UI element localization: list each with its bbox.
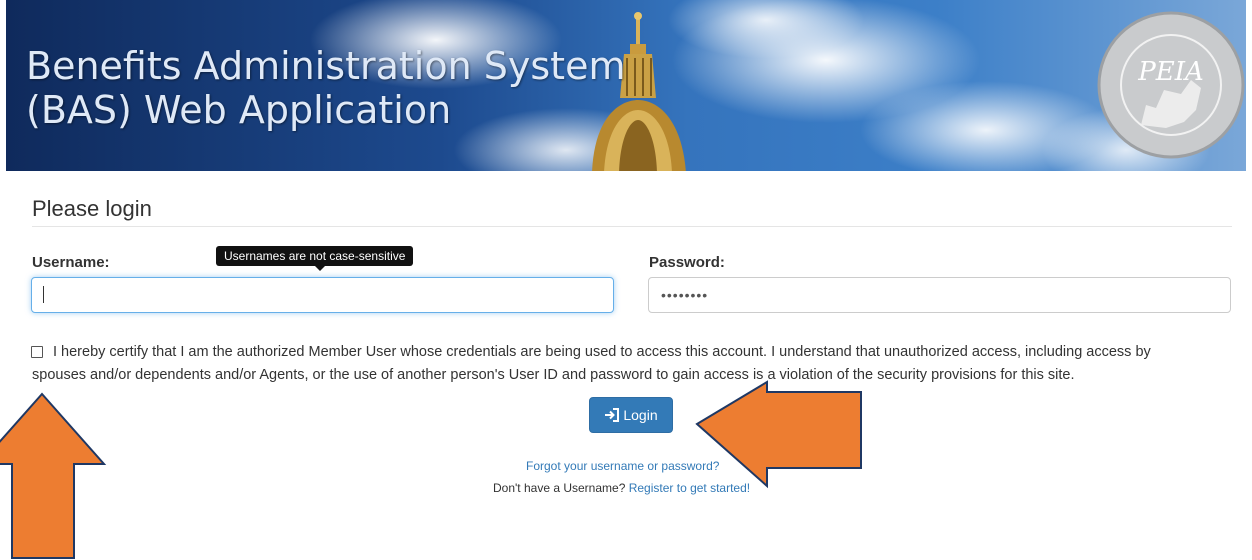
annotation-arrow-left [695, 380, 862, 489]
banner-title-line1: Benefits Administration System [26, 44, 626, 88]
username-tooltip: Usernames are not case-sensitive [216, 246, 414, 266]
username-label: Username: [32, 254, 110, 271]
page-title: Please login [32, 196, 152, 221]
banner-title-line2: (BAS) Web Application [26, 88, 452, 132]
annotation-arrow-up [0, 392, 107, 559]
login-button-label: Login [623, 407, 658, 423]
header-banner: Benefits Administration System (BAS) Web… [6, 0, 1246, 171]
text-caret [43, 286, 44, 303]
login-button[interactable]: Login [589, 397, 673, 433]
certify-text-line1: I hereby certify that I am the authorize… [53, 344, 1151, 360]
peia-seal-logo: PEIA [1097, 11, 1245, 159]
certify-text-line2: spouses and/or dependents and/or Agents,… [32, 367, 1075, 383]
username-input[interactable] [31, 277, 614, 313]
password-label: Password: [649, 254, 725, 271]
sign-in-icon [605, 408, 620, 422]
heading-divider [32, 226, 1232, 227]
certify-checkbox[interactable] [31, 346, 43, 358]
svg-text:PEIA: PEIA [1137, 57, 1204, 87]
password-input[interactable] [648, 277, 1231, 313]
forgot-credentials-link[interactable]: Forgot your username or password? [526, 459, 719, 473]
no-username-text: Don't have a Username? [493, 481, 626, 495]
banner-title: Benefits Administration System (BAS) Web… [26, 44, 625, 132]
tooltip-arrow [315, 266, 325, 271]
